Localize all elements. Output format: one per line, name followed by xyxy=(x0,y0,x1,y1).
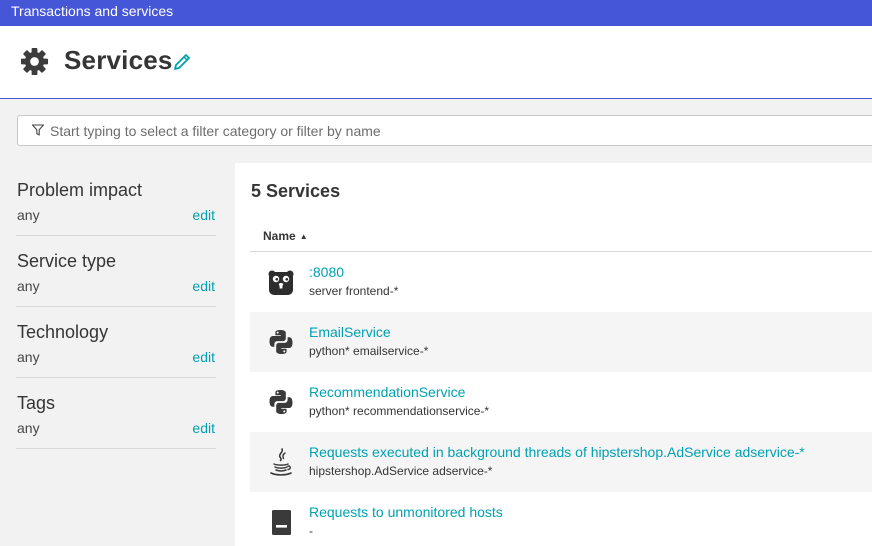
filter-bar[interactable] xyxy=(17,115,872,146)
table-row[interactable]: Requests executed in background threads … xyxy=(250,432,872,492)
top-bar: Transactions and services xyxy=(0,0,872,26)
page-header: Services xyxy=(0,26,872,99)
facet-technology: Technology any edit xyxy=(16,307,216,378)
facet-problem-impact: Problem impact any edit xyxy=(16,165,216,236)
service-detail: python* emailservice-* xyxy=(309,344,429,358)
python-icon xyxy=(269,330,293,354)
services-count-title: 5 Services xyxy=(251,181,341,201)
facet-service-type: Service type any edit xyxy=(16,236,216,307)
service-detail: python* recommendationservice-* xyxy=(309,404,490,418)
facet-edit-link[interactable]: edit xyxy=(192,278,215,294)
service-name-link[interactable]: Requests executed in background threads … xyxy=(309,444,805,460)
table-row[interactable]: RecommendationService python* recommenda… xyxy=(250,372,872,432)
service-name-link[interactable]: Requests to unmonitored hosts xyxy=(309,504,503,520)
facet-edit-link[interactable]: edit xyxy=(192,349,215,365)
python-icon xyxy=(269,390,293,414)
service-detail: hipstershop.AdService adservice-* xyxy=(309,464,493,478)
facet-value: any xyxy=(17,349,40,365)
page-title: Services xyxy=(64,45,173,75)
table-row[interactable]: :8080 server frontend-* xyxy=(250,252,872,312)
service-name-link[interactable]: RecommendationService xyxy=(309,384,465,400)
facet-value: any xyxy=(17,420,40,436)
gear-icon xyxy=(20,47,49,76)
service-detail: server frontend-* xyxy=(309,284,399,298)
sort-ascending-icon: ▲ xyxy=(299,232,308,241)
filter-icon xyxy=(32,124,44,136)
facet-value: any xyxy=(17,278,40,294)
facet-tags: Tags any edit xyxy=(16,378,216,449)
table-header: Name ▲ xyxy=(250,220,872,252)
column-header-name[interactable]: Name ▲ xyxy=(263,229,308,243)
column-header-label: Name xyxy=(263,229,296,243)
service-name-link[interactable]: EmailService xyxy=(309,324,391,340)
java-icon xyxy=(270,448,292,476)
service-name-link[interactable]: :8080 xyxy=(309,264,344,280)
facet-edit-link[interactable]: edit xyxy=(192,420,215,436)
pencil-icon[interactable] xyxy=(172,52,192,72)
facet-value: any xyxy=(17,207,40,223)
facet-edit-link[interactable]: edit xyxy=(192,207,215,223)
table-row[interactable]: Requests to unmonitored hosts - xyxy=(250,492,872,546)
facet-title: Service type xyxy=(17,251,117,271)
table-row[interactable]: EmailService python* emailservice-* xyxy=(250,312,872,372)
facet-title: Problem impact xyxy=(17,180,143,200)
go-gopher-icon xyxy=(268,270,294,295)
filter-input[interactable] xyxy=(50,120,850,142)
top-bar-title[interactable]: Transactions and services xyxy=(11,3,173,19)
server-icon xyxy=(272,510,291,535)
facet-title: Tags xyxy=(17,393,56,413)
services-panel: 5 Services Name ▲ :8080 server frontend-*… xyxy=(235,163,872,546)
service-detail: - xyxy=(309,524,313,538)
facet-title: Technology xyxy=(17,322,109,342)
